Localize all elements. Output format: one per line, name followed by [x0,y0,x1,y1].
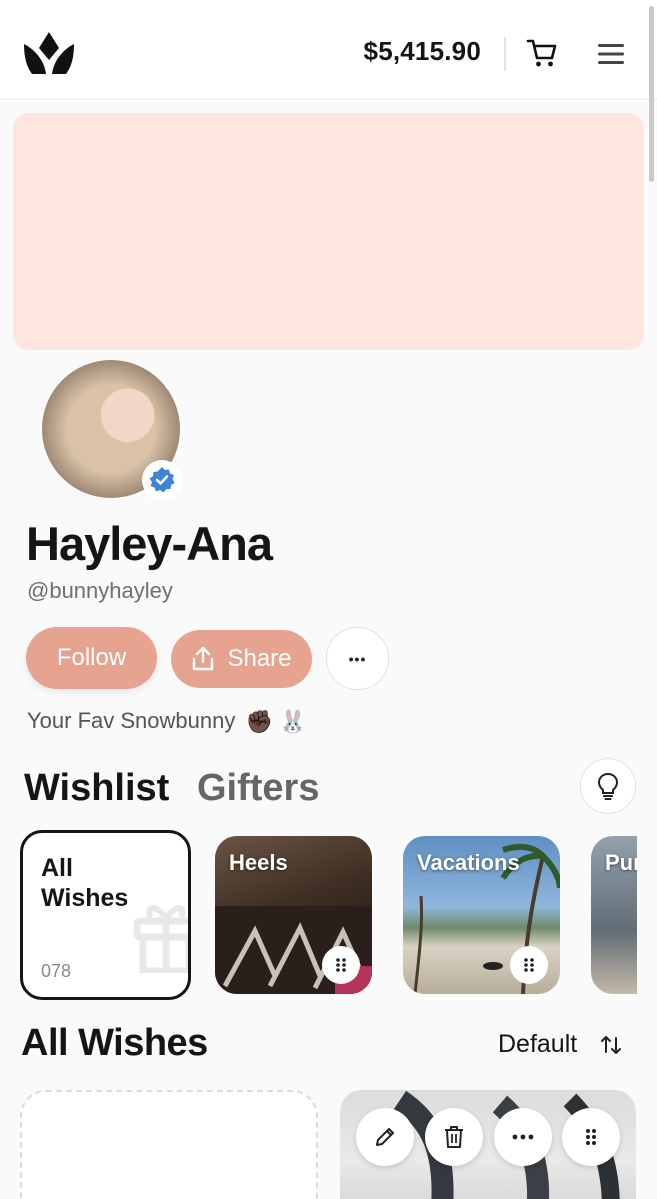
collection-label: Vacations [417,850,520,875]
collection-all-wishes[interactable]: All Wishes 078 [20,830,191,1000]
drag-handle[interactable] [322,946,360,984]
verified-check-icon [149,467,175,493]
lightbulb-icon [597,772,619,800]
follow-button-label: Follow [56,644,127,671]
collection-pur[interactable]: Pur [591,836,637,994]
collection-label: Pur [605,850,637,875]
add-wish-card[interactable] [20,1090,318,1199]
trash-icon [445,1126,463,1148]
more-options-button[interactable]: ••• [326,627,389,690]
sort-arrows-icon[interactable] [600,1034,622,1056]
share-button-label: Share [227,645,292,672]
share-upload-icon [193,646,214,671]
ideas-button[interactable] [580,758,636,814]
tab-gifters[interactable]: Gifters [197,767,319,810]
edit-button[interactable] [356,1108,414,1166]
item-drag-button[interactable] [562,1108,620,1166]
hamburger-menu-icon[interactable] [596,40,626,68]
crown-logo-icon[interactable] [22,30,76,76]
collection-count: 078 [41,961,72,981]
top-header: $5,415.90 [0,0,657,100]
profile-bio: Your Fav Snowbunny ✊🏿 🐰 [27,708,306,735]
more-dots-icon: ••• [348,650,367,667]
wallet-balance[interactable]: $5,415.90 [364,36,481,67]
drag-handle[interactable] [510,946,548,984]
drag-dots-icon [586,1129,596,1145]
gift-icon [133,905,188,973]
pencil-icon [376,1128,394,1146]
drag-dots-icon [524,958,534,972]
profile-name: Hayley-Ana [26,517,273,570]
cart-icon[interactable] [526,38,558,68]
item-more-button[interactable] [494,1108,552,1166]
profile-cover-banner [13,113,644,350]
follow-button[interactable]: Follow [26,627,157,689]
bio-emojis: ✊🏿 🐰 [245,709,307,735]
more-dots-icon [512,1134,534,1140]
share-button[interactable]: Share [171,630,312,688]
drag-dots-icon [336,958,346,972]
collection-vacations[interactable]: Vacations [403,836,560,994]
profile-handle: @bunnyhayley [27,578,173,603]
section-title: All Wishes [21,1022,208,1064]
bio-text: Your Fav Snowbunny [27,708,236,733]
collection-label: Heels [229,850,288,875]
verified-badge [142,460,182,500]
delete-button[interactable] [425,1108,483,1166]
tab-wishlist[interactable]: Wishlist [24,767,169,810]
header-divider [504,37,506,71]
sort-dropdown[interactable]: Default [498,1030,577,1059]
page-scrollbar[interactable] [649,6,654,182]
collection-heels[interactable]: Heels [215,836,372,994]
